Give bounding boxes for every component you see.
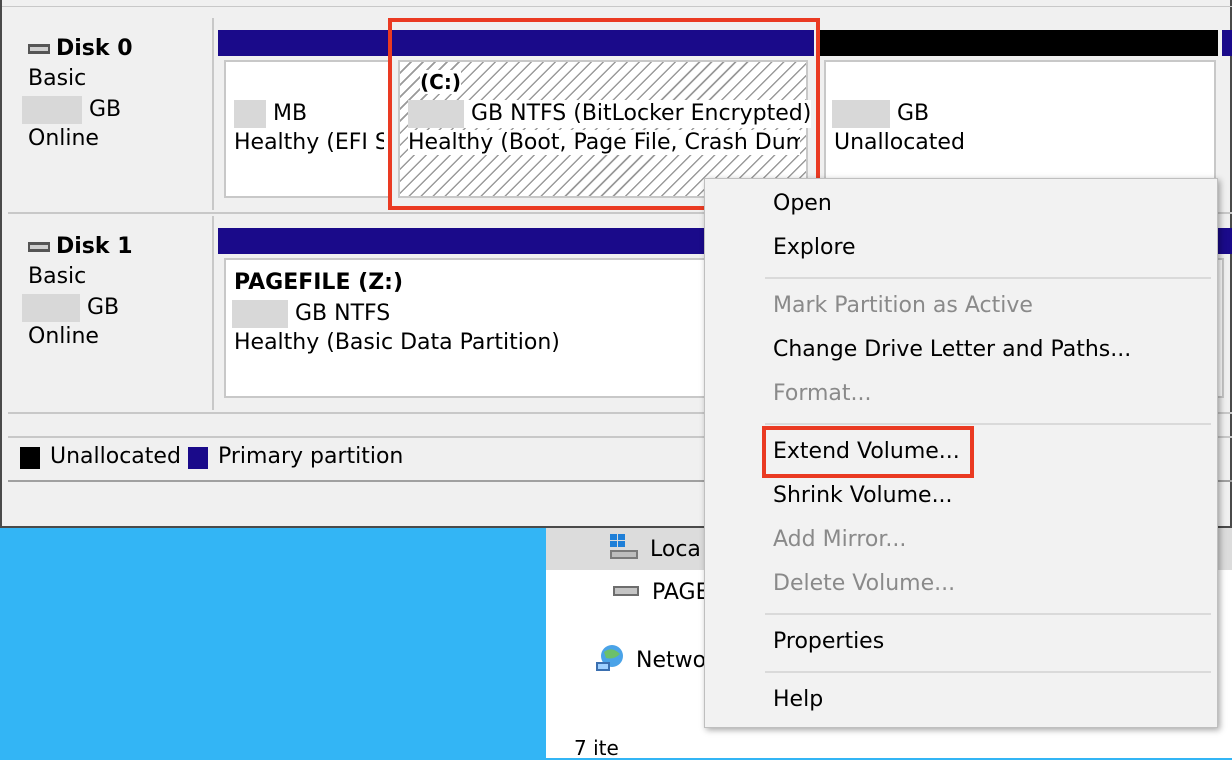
legend-primary-swatch xyxy=(188,447,208,469)
menu-item-properties[interactable]: Properties xyxy=(773,629,884,654)
partition-efi[interactable]: MB Healthy (EFI S xyxy=(224,60,390,198)
disk-1-size: GB xyxy=(22,294,119,322)
partition-efi-size: MB xyxy=(234,100,307,128)
legend-primary-label: Primary partition xyxy=(218,444,404,469)
menu-separator xyxy=(765,277,1211,279)
menu-separator xyxy=(765,613,1211,615)
partition-pagefile-label: PAGEFILE (Z:) xyxy=(234,270,403,295)
explorer-item-label: Netwo xyxy=(636,648,707,673)
disk-0-extra-bar xyxy=(1222,30,1232,56)
menu-separator xyxy=(765,423,1211,425)
disk-0-unallocated-bar xyxy=(818,30,1218,56)
legend-unallocated-label: Unallocated xyxy=(50,444,181,469)
menu-item-delete-volume[interactable]: Delete Volume... xyxy=(773,571,955,596)
menu-separator xyxy=(765,671,1211,673)
redacted-size xyxy=(234,100,266,128)
disk-1-name: Disk 1 xyxy=(28,234,133,259)
disk-1-type: Basic xyxy=(28,264,87,289)
redacted-size xyxy=(832,100,890,128)
menu-item-change-drive-letter[interactable]: Change Drive Letter and Paths... xyxy=(773,337,1131,362)
disk-0-name: Disk 0 xyxy=(28,36,133,61)
menu-item-open[interactable]: Open xyxy=(773,191,832,216)
highlight-extend-volume xyxy=(762,426,974,478)
disk-1-panel[interactable]: Disk 1 Basic GB Online xyxy=(8,216,214,410)
redacted-size xyxy=(22,294,80,322)
menu-item-explore[interactable]: Explore xyxy=(773,235,856,260)
menu-item-add-mirror[interactable]: Add Mirror... xyxy=(773,527,906,552)
partition-unallocated-size: GB xyxy=(832,100,929,128)
redacted-size xyxy=(22,96,82,124)
partition-pagefile-health: Healthy (Basic Data Partition) xyxy=(234,330,560,355)
explorer-item-label: PAGE xyxy=(652,580,710,605)
disk-0-panel[interactable]: Disk 0 Basic GB Online xyxy=(8,18,214,210)
disk-1-status: Online xyxy=(28,324,99,349)
partition-pagefile-size: GB NTFS xyxy=(232,300,390,328)
explorer-item-local-disk[interactable]: Loca xyxy=(608,532,701,568)
local-disk-icon xyxy=(608,532,640,568)
explorer-status-count: 7 ite xyxy=(574,736,619,760)
top-divider xyxy=(2,6,1232,7)
redacted-size xyxy=(232,300,288,328)
menu-item-mark-active[interactable]: Mark Partition as Active xyxy=(773,293,1033,318)
hard-disk-icon xyxy=(28,242,50,252)
disk-0-size: GB xyxy=(22,96,121,124)
hard-disk-icon xyxy=(28,44,50,54)
explorer-item-pagefile[interactable]: PAGE xyxy=(612,580,709,606)
menu-item-help[interactable]: Help xyxy=(773,687,823,712)
menu-item-shrink-volume[interactable]: Shrink Volume... xyxy=(773,483,953,508)
legend-unallocated-swatch xyxy=(20,447,40,469)
menu-item-format[interactable]: Format... xyxy=(773,381,872,406)
disk-0-type: Basic xyxy=(28,66,87,91)
drive-icon xyxy=(612,580,640,606)
partition-unallocated-label: Unallocated xyxy=(834,130,965,155)
network-icon xyxy=(594,642,628,680)
explorer-item-label: Loca xyxy=(650,537,701,562)
partition-efi-health: Healthy (EFI S xyxy=(234,130,384,155)
disk-0-status: Online xyxy=(28,126,99,151)
explorer-item-network[interactable]: Netwo xyxy=(594,642,706,680)
